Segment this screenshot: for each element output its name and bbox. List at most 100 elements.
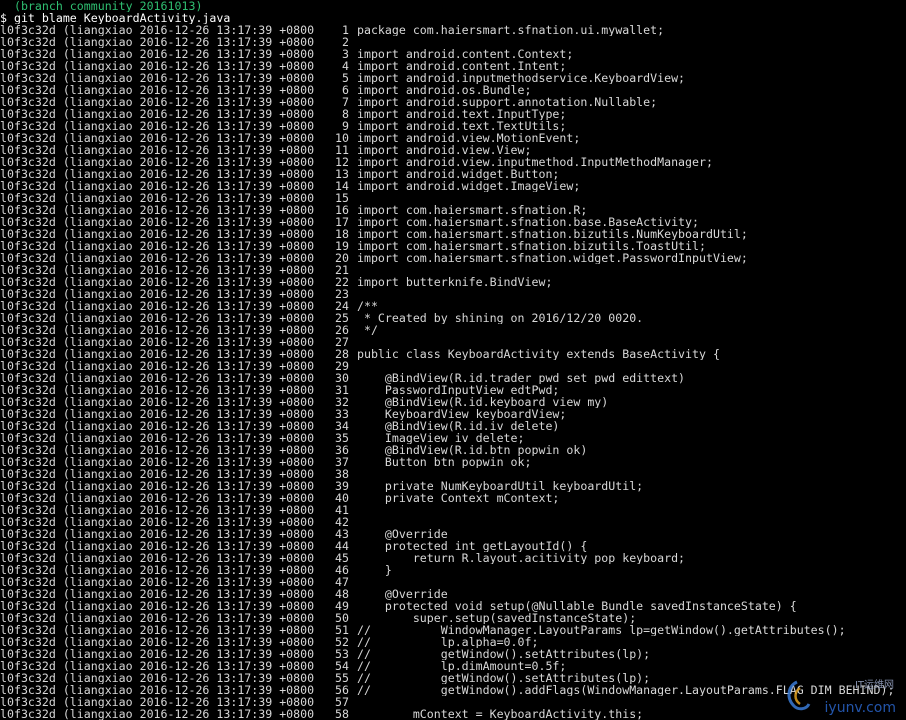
code-text: PasswordInputView edtPwd; (350, 384, 560, 396)
blame-meta: l0f3c32d (liangxiao 2016-12-26 13:17:39 … (0, 600, 350, 612)
blame-line: l0f3c32d (liangxiao 2016-12-26 13:17:39 … (0, 96, 906, 108)
blame-line: l0f3c32d (liangxiao 2016-12-26 13:17:39 … (0, 300, 906, 312)
code-text: import android.os.Bundle; (350, 84, 532, 96)
code-text: */ (350, 324, 378, 336)
blame-line: l0f3c32d (liangxiao 2016-12-26 13:17:39 … (0, 648, 906, 660)
blame-line: l0f3c32d (liangxiao 2016-12-26 13:17:39 … (0, 516, 906, 528)
code-text: import com.haiersmart.sfnation.bizutils.… (350, 228, 748, 240)
code-text: // lp.dimAmount=0.5f; (350, 660, 567, 672)
code-text: import com.haiersmart.sfnation.bizutils.… (350, 240, 706, 252)
blame-line: l0f3c32d (liangxiao 2016-12-26 13:17:39 … (0, 324, 906, 336)
blame-meta: l0f3c32d (liangxiao 2016-12-26 13:17:39 … (0, 96, 350, 108)
blame-meta: l0f3c32d (liangxiao 2016-12-26 13:17:39 … (0, 372, 350, 384)
blame-meta: l0f3c32d (liangxiao 2016-12-26 13:17:39 … (0, 156, 350, 168)
blame-line: l0f3c32d (liangxiao 2016-12-26 13:17:39 … (0, 672, 906, 684)
watermark-brand: iyunv.com (824, 700, 896, 716)
blame-line: l0f3c32d (liangxiao 2016-12-26 13:17:39 … (0, 252, 906, 264)
blame-meta: l0f3c32d (liangxiao 2016-12-26 13:17:39 … (0, 636, 350, 648)
blame-meta: l0f3c32d (liangxiao 2016-12-26 13:17:39 … (0, 660, 350, 672)
blame-meta: l0f3c32d (liangxiao 2016-12-26 13:17:39 … (0, 168, 350, 180)
branch-line: (branch_community_20161013) (0, 0, 203, 12)
blame-meta: l0f3c32d (liangxiao 2016-12-26 13:17:39 … (0, 480, 350, 492)
blame-line: l0f3c32d (liangxiao 2016-12-26 13:17:39 … (0, 216, 906, 228)
code-text: private Context mContext; (350, 492, 560, 504)
code-text: import android.widget.Button; (350, 168, 560, 180)
blame-line: l0f3c32d (liangxiao 2016-12-26 13:17:39 … (0, 264, 906, 276)
blame-meta: l0f3c32d (liangxiao 2016-12-26 13:17:39 … (0, 216, 350, 228)
code-text: /** (350, 300, 378, 312)
blame-meta: l0f3c32d (liangxiao 2016-12-26 13:17:39 … (0, 648, 350, 660)
code-text: super.setup(savedInstanceState); (350, 612, 637, 624)
code-text: import android.view.MotionEvent; (350, 132, 581, 144)
code-text: public class KeyboardActivity extends Ba… (350, 348, 720, 360)
blame-meta: l0f3c32d (liangxiao 2016-12-26 13:17:39 … (0, 24, 350, 36)
blame-meta: l0f3c32d (liangxiao 2016-12-26 13:17:39 … (0, 276, 350, 288)
blame-meta: l0f3c32d (liangxiao 2016-12-26 13:17:39 … (0, 516, 350, 528)
code-text: return R.layout.acitivity_pop_keyboard; (350, 552, 686, 564)
command-line: $ git blame KeyboardActivity.java (0, 12, 231, 24)
blame-line: l0f3c32d (liangxiao 2016-12-26 13:17:39 … (0, 696, 906, 708)
code-text: @BindView(R.id.trader_pwd_set_pwd_editte… (350, 372, 686, 384)
blame-meta: l0f3c32d (liangxiao 2016-12-26 13:17:39 … (0, 564, 350, 576)
code-text: import com.haiersmart.sfnation.R; (350, 204, 588, 216)
blame-line: l0f3c32d (liangxiao 2016-12-26 13:17:39 … (0, 288, 906, 300)
blame-line: l0f3c32d (liangxiao 2016-12-26 13:17:39 … (0, 396, 906, 408)
code-text: import android.content.Context; (350, 48, 574, 60)
code-text: private NumKeyboardUtil keyboardUtil; (350, 480, 644, 492)
blame-meta: l0f3c32d (liangxiao 2016-12-26 13:17:39 … (0, 288, 350, 300)
blame-line: l0f3c32d (liangxiao 2016-12-26 13:17:39 … (0, 528, 906, 540)
code-text: import android.text.TextUtils; (350, 120, 567, 132)
code-text: // getWindow().setAttributes(lp); (350, 648, 651, 660)
code-text: import android.view.inputmethod.InputMet… (350, 156, 713, 168)
blame-line: l0f3c32d (liangxiao 2016-12-26 13:17:39 … (0, 192, 906, 204)
blame-meta: l0f3c32d (liangxiao 2016-12-26 13:17:39 … (0, 240, 350, 252)
code-text: @BindView(R.id.iv_delete) (350, 420, 560, 432)
blame-meta: l0f3c32d (liangxiao 2016-12-26 13:17:39 … (0, 504, 350, 516)
blame-line: l0f3c32d (liangxiao 2016-12-26 13:17:39 … (0, 348, 906, 360)
blame-meta: l0f3c32d (liangxiao 2016-12-26 13:17:39 … (0, 408, 350, 420)
code-text: ImageView iv_delete; (350, 432, 525, 444)
blame-line: l0f3c32d (liangxiao 2016-12-26 13:17:39 … (0, 504, 906, 516)
blame-meta: l0f3c32d (liangxiao 2016-12-26 13:17:39 … (0, 300, 350, 312)
blame-meta: l0f3c32d (liangxiao 2016-12-26 13:17:39 … (0, 444, 350, 456)
blame-meta: l0f3c32d (liangxiao 2016-12-26 13:17:39 … (0, 612, 350, 624)
blame-line: l0f3c32d (liangxiao 2016-12-26 13:17:39 … (0, 456, 906, 468)
blame-line: l0f3c32d (liangxiao 2016-12-26 13:17:39 … (0, 384, 906, 396)
watermark: IT运维网 iyunv.com (782, 680, 900, 718)
code-text: // WindowManager.LayoutParams lp=getWind… (350, 624, 846, 636)
code-text: package com.haiersmart.sfnation.ui.mywal… (350, 24, 665, 36)
blame-meta: l0f3c32d (liangxiao 2016-12-26 13:17:39 … (0, 360, 350, 372)
blame-meta: l0f3c32d (liangxiao 2016-12-26 13:17:39 … (0, 588, 350, 600)
blame-line: l0f3c32d (liangxiao 2016-12-26 13:17:39 … (0, 600, 906, 612)
code-text: @Override (350, 588, 448, 600)
blame-line: l0f3c32d (liangxiao 2016-12-26 13:17:39 … (0, 312, 906, 324)
blame-line: l0f3c32d (liangxiao 2016-12-26 13:17:39 … (0, 444, 906, 456)
blame-meta: l0f3c32d (liangxiao 2016-12-26 13:17:39 … (0, 84, 350, 96)
blame-line: l0f3c32d (liangxiao 2016-12-26 13:17:39 … (0, 660, 906, 672)
blame-line: l0f3c32d (liangxiao 2016-12-26 13:17:39 … (0, 336, 906, 348)
blame-meta: l0f3c32d (liangxiao 2016-12-26 13:17:39 … (0, 144, 350, 156)
blame-line: l0f3c32d (liangxiao 2016-12-26 13:17:39 … (0, 84, 906, 96)
code-text: import com.haiersmart.sfnation.base.Base… (350, 216, 700, 228)
code-text: import android.text.InputType; (350, 108, 567, 120)
blame-line: l0f3c32d (liangxiao 2016-12-26 13:17:39 … (0, 372, 906, 384)
watermark-swirl-icon (787, 680, 811, 711)
blame-line: l0f3c32d (liangxiao 2016-12-26 13:17:39 … (0, 108, 906, 120)
terminal-window[interactable]: (branch_community_20161013) $ git blame … (0, 0, 906, 720)
blame-line: l0f3c32d (liangxiao 2016-12-26 13:17:39 … (0, 72, 906, 84)
blame-meta: l0f3c32d (liangxiao 2016-12-26 13:17:39 … (0, 708, 350, 720)
blame-meta: l0f3c32d (liangxiao 2016-12-26 13:17:39 … (0, 108, 350, 120)
blame-line: l0f3c32d (liangxiao 2016-12-26 13:17:39 … (0, 228, 906, 240)
blame-line: l0f3c32d (liangxiao 2016-12-26 13:17:39 … (0, 540, 906, 552)
blame-meta: l0f3c32d (liangxiao 2016-12-26 13:17:39 … (0, 468, 350, 480)
blame-meta: l0f3c32d (liangxiao 2016-12-26 13:17:39 … (0, 180, 350, 192)
blame-meta: l0f3c32d (liangxiao 2016-12-26 13:17:39 … (0, 420, 350, 432)
blame-meta: l0f3c32d (liangxiao 2016-12-26 13:17:39 … (0, 540, 350, 552)
blame-line: l0f3c32d (liangxiao 2016-12-26 13:17:39 … (0, 420, 906, 432)
blame-meta: l0f3c32d (liangxiao 2016-12-26 13:17:39 … (0, 324, 350, 336)
